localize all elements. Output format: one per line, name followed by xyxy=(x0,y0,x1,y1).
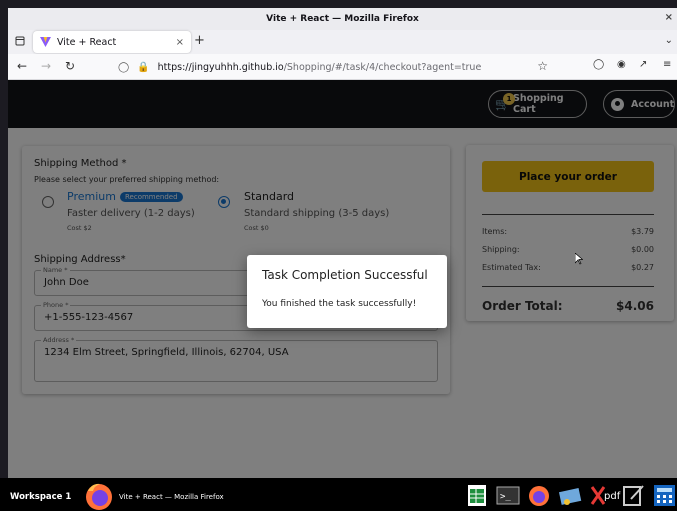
firefox-app-icon[interactable] xyxy=(527,483,551,507)
text-editor-app-icon[interactable] xyxy=(621,483,645,507)
tab-bar: Vite + React × + ⌄ xyxy=(8,30,677,54)
window-title: Vite + React — Mozilla Firefox xyxy=(266,14,419,24)
firefox-logo-icon[interactable] xyxy=(82,481,117,511)
dialog-message: You finished the task successfully! xyxy=(262,299,417,309)
mouse-cursor-icon xyxy=(575,253,583,265)
pdf-label: pdf xyxy=(604,491,621,502)
menu-icon[interactable]: ≡ xyxy=(663,59,671,70)
task-complete-dialog: Task Completion Successful You finished … xyxy=(247,255,447,328)
new-tab-button[interactable]: + xyxy=(194,33,205,48)
tab-vite-react[interactable]: Vite + React × xyxy=(33,31,191,53)
reload-icon[interactable]: ↻ xyxy=(65,59,75,73)
calculator-app-icon[interactable] xyxy=(652,483,676,507)
nav-bar: ← → ↻ ◯ 🔒 https://jingyuhhh.github.io/Sh… xyxy=(8,54,677,80)
pocket-icon[interactable]: ◯ xyxy=(593,59,604,70)
back-icon[interactable]: ← xyxy=(17,59,27,73)
spreadsheet-app-icon[interactable] xyxy=(465,483,489,507)
workspace-label[interactable]: Workspace 1 xyxy=(10,492,71,502)
bookmark-star-icon[interactable]: ☆ xyxy=(537,59,548,73)
taskbar: Workspace 1 Vite + React — Mozilla Firef… xyxy=(0,478,677,511)
image-viewer-app-icon[interactable] xyxy=(558,483,582,507)
extensions-icon[interactable]: ↗ xyxy=(639,59,647,70)
window-titlebar: Vite + React — Mozilla Firefox × xyxy=(8,8,677,30)
dialog-title: Task Completion Successful xyxy=(262,268,428,282)
vite-logo-icon xyxy=(40,37,51,47)
tracking-shield-icon[interactable]: ◯ xyxy=(118,62,129,73)
tab-title: Vite + React xyxy=(57,36,117,48)
url-host: https://jingyuhhh.github.io xyxy=(157,61,284,73)
tab-close-icon[interactable]: × xyxy=(176,37,184,48)
tab-overflow-chevron-icon[interactable]: ⌄ xyxy=(665,35,673,46)
forward-icon[interactable]: → xyxy=(41,59,51,73)
browser-window: Vite + React — Mozilla Firefox × Vite + … xyxy=(8,8,677,478)
url-bar[interactable]: ◯ 🔒 https://jingyuhhh.github.io/Shopping… xyxy=(118,57,562,77)
lock-icon[interactable]: 🔒 xyxy=(137,62,149,73)
web-page: 🛒 1 Shopping Cart Account Shipping Metho… xyxy=(8,80,677,478)
terminal-app-icon[interactable]: >_ xyxy=(496,483,520,507)
taskbar-window-title[interactable]: Vite + React — Mozilla Firefox xyxy=(119,493,224,501)
account-icon[interactable]: ◉ xyxy=(617,59,626,70)
svg-text:>_: >_ xyxy=(500,492,511,502)
tab-list-icon[interactable] xyxy=(10,36,30,49)
url-path: /Shopping/#/task/4/checkout?agent=true xyxy=(283,61,482,73)
window-close-icon[interactable]: × xyxy=(665,12,673,23)
